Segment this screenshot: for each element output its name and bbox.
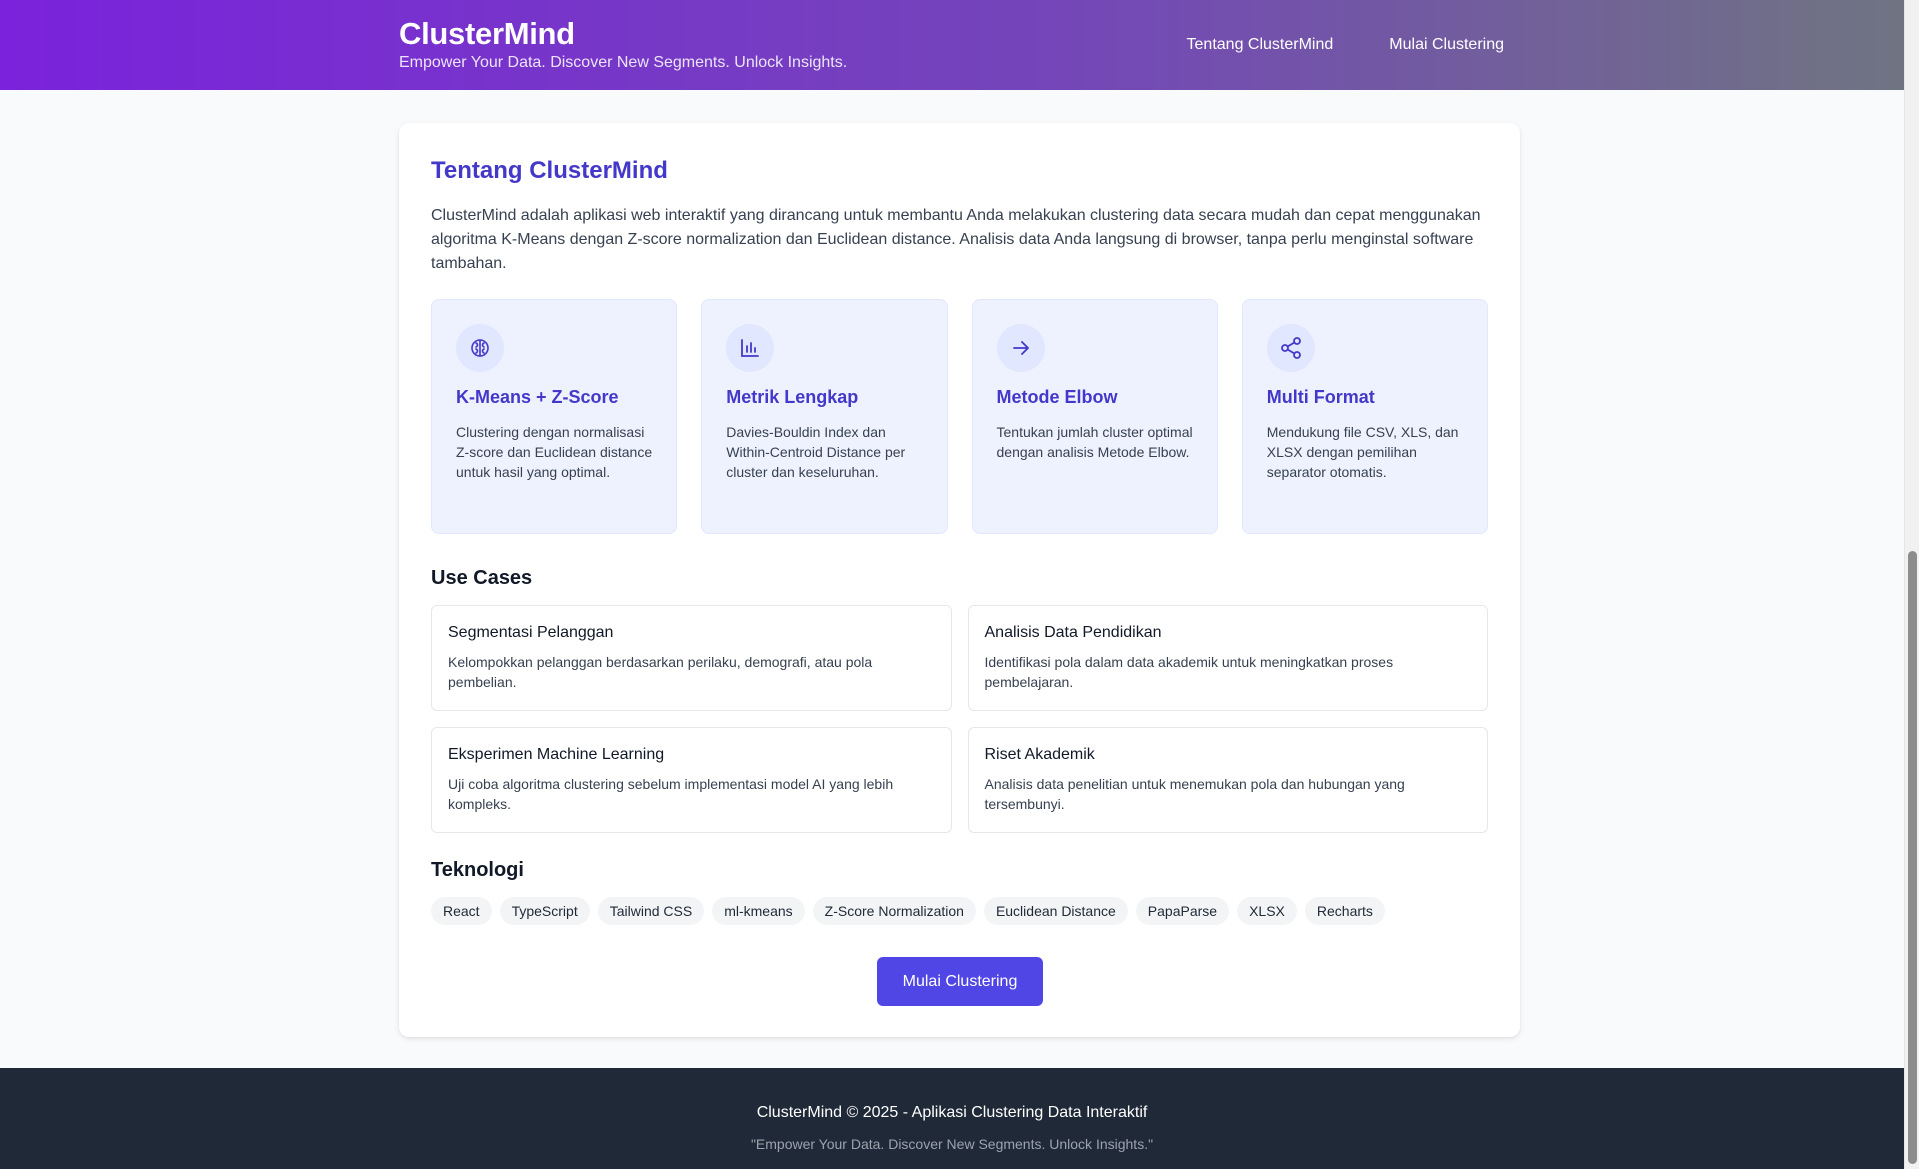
use-case-item: Analisis Data Pendidikan Identifikasi po…	[967, 605, 1488, 711]
use-case-title: Segmentasi Pelanggan	[448, 624, 614, 641]
use-case-title: Analisis Data Pendidikan	[984, 624, 1162, 641]
use-case-description: Kelompokkan pelanggan berdasarkan perila…	[448, 654, 873, 690]
footer-copyright: ClusterMind © 2025 - Aplikasi Clustering…	[756, 1104, 1148, 1121]
about-card: Tentang ClusterMind ClusterMind adalah a…	[399, 123, 1520, 1037]
share-icon	[1266, 324, 1315, 372]
use-case-title: Riset Akademik	[984, 746, 1095, 763]
use-case-description: Identifikasi pola dalam data akademik un…	[984, 654, 1394, 690]
header-inner: ClusterMind Empower Your Data. Discover …	[399, 0, 1520, 90]
brain-icon	[456, 324, 504, 372]
brand-title: ClusterMind	[399, 16, 575, 51]
feature-description: Mendukung file CSV, XLS, dan XLSX dengan…	[1266, 424, 1459, 481]
feature-description: Davies-Bouldin Index dan Within-Centroid…	[726, 424, 906, 481]
tech-tag: ml-kmeans	[712, 897, 805, 925]
tech-tag: React	[431, 897, 492, 925]
page-scrollbar[interactable]	[1904, 0, 1919, 1169]
technology-tags: React TypeScript Tailwind CSS ml-kmeans …	[431, 897, 1488, 925]
app-footer: ClusterMind © 2025 - Aplikasi Clustering…	[0, 1068, 1904, 1169]
scrollbar-thumb[interactable]	[1908, 551, 1917, 1164]
tech-tag: Euclidean Distance	[983, 897, 1128, 925]
feature-title: Multi Format	[1266, 387, 1375, 407]
start-clustering-button[interactable]: Mulai Clustering	[877, 957, 1043, 1006]
page-title: Tentang ClusterMind	[431, 157, 668, 184]
feature-description: Tentukan jumlah cluster optimal dengan a…	[996, 424, 1193, 461]
feature-title: Metrik Lengkap	[726, 387, 859, 407]
feature-title: Metode Elbow	[996, 387, 1118, 407]
tech-tag: Recharts	[1304, 897, 1385, 925]
use-case-item: Riset Akademik Analisis data penelitian …	[967, 727, 1488, 833]
use-case-item: Segmentasi Pelanggan Kelompokkan pelangg…	[431, 605, 952, 711]
feature-list: K-Means + Z-Score Clustering dengan norm…	[431, 299, 1488, 534]
tech-tag: TypeScript	[499, 897, 590, 925]
footer-tagline: "Empower Your Data. Discover New Segment…	[750, 1136, 1154, 1152]
technology-heading: Teknologi	[431, 859, 524, 881]
feature-card-elbow: Metode Elbow Tentukan jumlah cluster opt…	[971, 299, 1218, 534]
nav-link-start-clustering[interactable]: Mulai Clustering	[1389, 36, 1504, 54]
feature-title: K-Means + Z-Score	[456, 387, 619, 407]
feature-card-kmeans: K-Means + Z-Score Clustering dengan norm…	[431, 299, 678, 534]
use-case-list: Segmentasi Pelanggan Kelompokkan pelangg…	[431, 605, 1488, 833]
feature-card-multiformat: Multi Format Mendukung file CSV, XLS, da…	[1241, 299, 1488, 534]
intro-paragraph: ClusterMind adalah aplikasi web interakt…	[431, 207, 1481, 272]
tech-tag: XLSX	[1237, 897, 1297, 925]
arrow-right-icon	[996, 324, 1045, 372]
tech-tag: PapaParse	[1135, 897, 1230, 925]
use-case-item: Eksperimen Machine Learning Uji coba alg…	[431, 727, 952, 833]
bar-chart-icon	[726, 324, 775, 372]
feature-description: Clustering dengan normalisasi Z-score da…	[456, 424, 653, 481]
tech-tag: Tailwind CSS	[597, 897, 705, 925]
feature-card-metrics: Metrik Lengkap Davies-Bouldin Index dan …	[701, 299, 948, 534]
tech-tag: Z-Score Normalization	[812, 897, 976, 925]
use-case-title: Eksperimen Machine Learning	[448, 746, 665, 763]
use-cases-heading: Use Cases	[431, 567, 533, 589]
main-nav: Tentang ClusterMind Mulai Clustering	[1187, 36, 1504, 54]
use-case-description: Analisis data penelitian untuk menemukan…	[984, 776, 1405, 812]
app-header: ClusterMind Empower Your Data. Discover …	[0, 0, 1919, 90]
use-case-description: Uji coba algoritma clustering sebelum im…	[448, 776, 894, 812]
nav-link-about[interactable]: Tentang ClusterMind	[1187, 36, 1334, 54]
brand-tagline: Empower Your Data. Discover New Segments…	[399, 54, 848, 71]
